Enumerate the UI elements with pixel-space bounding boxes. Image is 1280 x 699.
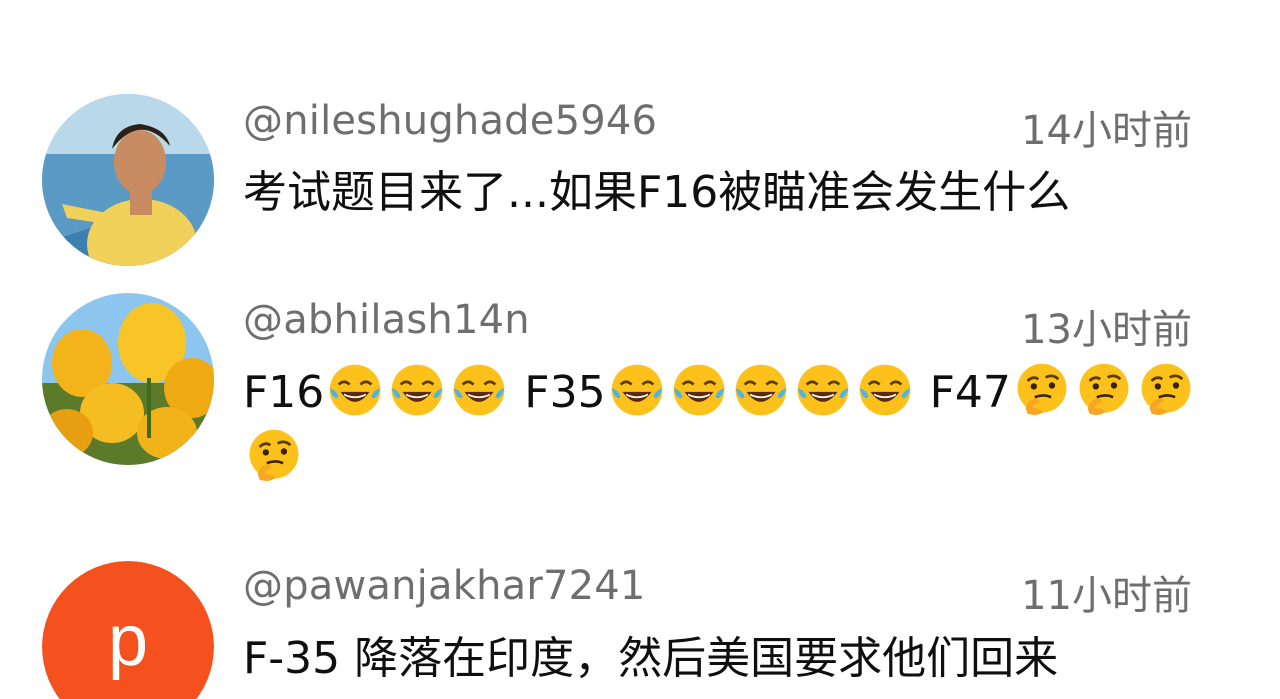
comment-text-segment: F16 (243, 367, 325, 418)
laughing-tears-emoji-icon (856, 361, 914, 419)
comment-text-segment: F35 (510, 367, 606, 418)
comment-username[interactable]: @pawanjakhar7241 (243, 563, 646, 609)
avatar-photo-person (42, 94, 214, 266)
thinking-face-emoji-icon (245, 427, 303, 485)
comment-timestamp: 11小时前 (1021, 573, 1192, 619)
comment-username[interactable]: @abhilash14n (243, 297, 530, 343)
laughing-tears-emoji-icon (670, 361, 728, 419)
avatar[interactable]: p (42, 561, 214, 699)
avatar-initial: p (108, 601, 148, 681)
comment-text: F16 F35 F47 (243, 360, 1203, 492)
laughing-tears-emoji-icon (732, 361, 790, 419)
laughing-tears-emoji-icon (326, 361, 384, 419)
comment-list: @nileshughade5946 14小时前 考试题目来了...如果F16被瞄… (0, 0, 1280, 699)
comment-text: F-35 降落在印度，然后美国要求他们回来 (243, 633, 1059, 684)
avatar-photo-tulips (42, 293, 214, 465)
thinking-face-emoji-icon (1075, 361, 1133, 419)
avatar[interactable] (42, 94, 214, 266)
laughing-tears-emoji-icon (794, 361, 852, 419)
comment-text-segment: F47 (915, 367, 1011, 418)
avatar-letter: p (42, 561, 214, 699)
laughing-tears-emoji-icon (608, 361, 666, 419)
thinking-face-emoji-icon (1137, 361, 1195, 419)
comment-text: 考试题目来了...如果F16被瞄准会发生什么 (243, 167, 1071, 218)
avatar[interactable] (42, 293, 214, 465)
comment-timestamp: 14小时前 (1021, 108, 1192, 154)
thinking-face-emoji-icon (1013, 361, 1071, 419)
laughing-tears-emoji-icon (388, 361, 446, 419)
comment-username[interactable]: @nileshughade5946 (243, 98, 657, 144)
laughing-tears-emoji-icon (450, 361, 508, 419)
comment-timestamp: 13小时前 (1021, 307, 1192, 353)
